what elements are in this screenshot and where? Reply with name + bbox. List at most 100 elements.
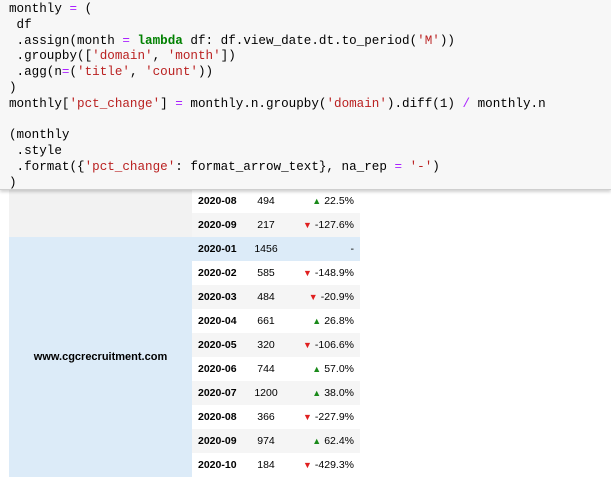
pct-change-value: -148.9% [314,267,354,279]
pct-change-value: 26.8% [324,315,354,327]
up-arrow-icon: ▲ [312,196,322,206]
code-token: , [129,65,146,80]
code-line: (monthly [9,128,546,144]
code-token: (monthly [9,128,70,143]
pct-change-value: - [350,243,355,255]
pct-change-cell: ▼ -148.9% [284,261,360,285]
code-token: , [152,49,168,64]
pct-change-cell: ▲ 62.4% [284,429,360,453]
month-index-cell: 2020-02 [198,267,237,279]
code-token: .groupby([ [9,49,93,64]
pct-change-value: -106.6% [314,339,354,351]
code-token: = [175,96,183,111]
count-cell: 217 [248,213,284,237]
pct-change-cell: ▲ 57.0% [284,357,360,381]
code-token: ( [77,2,93,16]
month-index-cell: 2020-06 [198,363,237,375]
count-cell: 744 [257,363,275,375]
pct-change-cell: ▼ -429.3% [284,453,360,477]
code-token: 'domain' [326,96,387,111]
pct-change-cell: ▼ -106.6% [284,333,360,357]
month-index-cell: 2020-09 [192,429,248,453]
month-index-cell: 2020-09 [192,213,248,237]
code-token: ( [69,65,78,80]
pct-change-cell: ▲ 26.8% [284,309,360,333]
pct-change-value: 62.4% [324,435,354,447]
code-line: .assign(month = lambda df: df.view_date.… [9,34,546,50]
code-token: '-' [409,159,433,174]
code-token: ] [160,96,176,111]
code-token: 'pct_change' [84,159,176,174]
month-index-cell: 2020-08 [198,195,237,207]
pct-change-value: -127.6% [314,219,354,231]
code-token: .agg(n [9,65,62,80]
month-index-cell: 2020-10 [198,459,237,471]
code-editor[interactable]: monthly = ( df .assign(month = lambda df… [9,2,546,189]
code-token: : format_arrow_text}, na_rep [175,159,395,174]
pct-change-value: 22.5% [324,195,354,207]
styled-dataframe: 2020-08 494 ▲ 22.5% 2020-09 217 ▼ -127.6% www.cg… [9,189,360,477]
code-line: monthly = ( [9,2,546,18]
code-line: monthly['pct_change'] = monthly.n.groupb… [9,97,546,113]
count-cell: 661 [257,315,275,327]
code-token: lambda [137,33,183,48]
code-token: ) [9,80,17,95]
code-line: ) [9,81,546,97]
count-cell: 494 [257,195,275,207]
count-cell: 484 [248,285,284,309]
month-index-cell: 2020-07 [192,381,248,405]
code-token: df: df.view_date.dt.to_period( [182,33,418,48]
code-token: )) [197,65,214,80]
month-index-cell: 2020-05 [192,333,248,357]
month-index-cell: 2020-08 [198,411,237,423]
code-token: 'title' [77,65,130,80]
code-token: ]) [220,49,236,64]
month-index-cell: 2020-04 [198,315,237,327]
domain-index-cell [9,189,192,237]
pct-change-value: -20.9% [320,291,354,303]
code-token: monthly [9,2,70,16]
up-arrow-icon: ▲ [312,364,322,374]
count-cell: 184 [257,459,275,471]
code-line: .format({'pct_change': format_arrow_text… [9,160,546,176]
code-token: .style [9,144,62,159]
code-cell[interactable]: monthly = ( df .assign(month = lambda df… [0,0,611,190]
pct-change-cell: ▼ -127.6% [284,213,360,237]
code-token: df [9,17,32,32]
down-arrow-icon: ▼ [308,292,318,302]
pct-change-cell: ▼ -20.9% [284,285,360,309]
code-token: / [462,96,471,111]
domain-index-cell: www.cgcrecruitment.com [9,237,192,477]
up-arrow-icon: ▲ [312,388,322,398]
count-cell: 1200 [248,381,284,405]
count-cell: 1456 [248,237,284,261]
code-token: 'pct_change' [69,96,161,111]
pct-change-cell: ▼ -227.9% [284,405,360,429]
code-line: df [9,18,546,34]
code-token: ).diff(1) [386,96,463,111]
pct-change-value: 57.0% [324,363,354,375]
up-arrow-icon: ▲ [312,316,322,326]
pct-change-value: 38.0% [324,387,354,399]
code-token: monthly.n [470,96,546,111]
code-token: = [122,33,130,48]
code-line: ) [9,176,546,189]
code-token: 'M' [417,33,440,48]
code-token: .assign(month [9,33,123,48]
code-line: .groupby(['domain', 'month']) [9,49,546,65]
down-arrow-icon: ▼ [302,412,312,422]
code-token: = [69,2,78,16]
count-cell: 585 [257,267,275,279]
count-cell: 366 [257,411,275,423]
down-arrow-icon: ▼ [302,268,312,278]
down-arrow-icon: ▼ [302,340,312,350]
count-cell: 320 [248,333,284,357]
code-token: ) [432,159,440,174]
down-arrow-icon: ▼ [302,220,312,230]
table-row: www.cgcrecruitment.com 2020-01 1456 - [9,237,360,477]
pct-change-cell: - [284,237,360,261]
pct-change-cell: ▲ 22.5% [284,189,360,213]
